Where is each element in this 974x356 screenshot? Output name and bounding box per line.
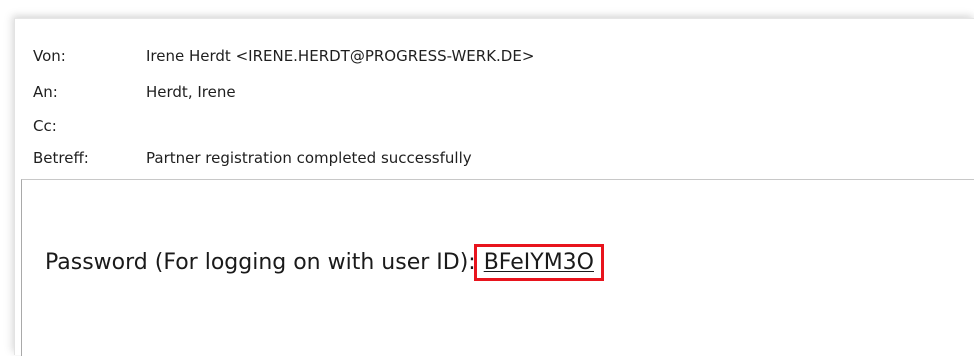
- password-label: Password (For logging on with user ID):: [45, 250, 476, 275]
- subject-label: Betreff:: [33, 149, 89, 167]
- cc-label: Cc:: [33, 117, 57, 135]
- from-value[interactable]: Irene Herdt <IRENE.HERDT@PROGRESS-WERK.D…: [146, 47, 534, 65]
- subject-value: Partner registration completed successfu…: [146, 149, 472, 167]
- to-value[interactable]: Herdt, Irene: [146, 83, 236, 101]
- email-header: Von: Irene Herdt <IRENE.HERDT@PROGRESS-W…: [15, 19, 974, 176]
- password-line: Password (For logging on with user ID): …: [45, 244, 605, 281]
- email-message-window: Von: Irene Herdt <IRENE.HERDT@PROGRESS-W…: [14, 18, 974, 356]
- from-label: Von:: [33, 47, 66, 65]
- password-value-highlighted: BFeIYM3O: [473, 244, 605, 281]
- to-label: An:: [33, 83, 58, 101]
- email-body[interactable]: Password (For logging on with user ID): …: [21, 179, 974, 356]
